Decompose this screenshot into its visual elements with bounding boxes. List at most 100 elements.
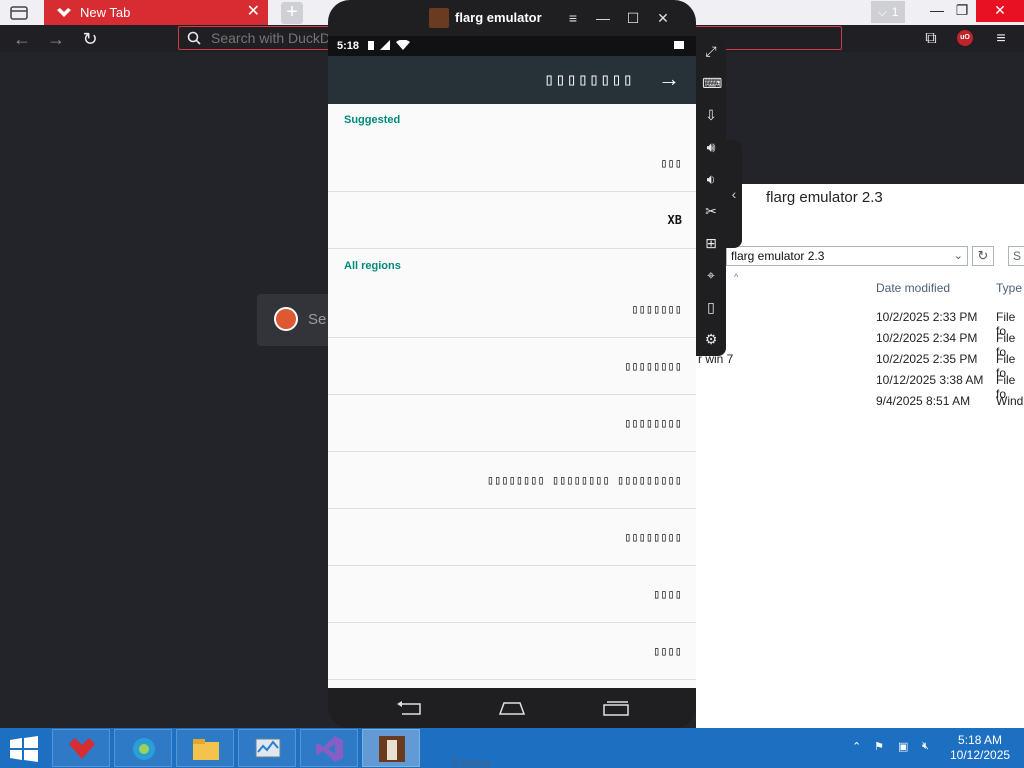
volume-muted-icon[interactable]: 🔇︎: [922, 740, 929, 753]
ie-icon: [133, 738, 155, 760]
tab-new-tab[interactable]: New Tab ✕: [44, 0, 268, 25]
taskbar-task-manager[interactable]: [238, 729, 296, 767]
keyboard-indicator-icon: [674, 41, 684, 49]
explorer-address-bar[interactable]: flarg emulator 2.3 ⌄: [726, 246, 968, 266]
action-center-icon[interactable]: ⚑: [874, 740, 884, 753]
section-header-all-regions: All regions: [344, 260, 401, 272]
taskbar-visual-studio[interactable]: [300, 729, 358, 767]
keyboard-icon[interactable]: ⌨: [702, 74, 722, 92]
duckduckgo-logo-icon: [274, 307, 298, 331]
tab-list-icon[interactable]: [8, 2, 30, 24]
row-date[interactable]: 10/12/2025 3:38 AM: [876, 373, 983, 387]
emulator-minimize-icon[interactable]: —: [594, 9, 612, 27]
emulator-menu-icon[interactable]: ≡: [564, 9, 582, 27]
explorer-title: flarg emulator 2.3: [766, 189, 883, 206]
list-item-label: XB: [667, 213, 682, 227]
apk-install-icon[interactable]: ⇩: [702, 106, 720, 124]
search-icon: [187, 31, 201, 45]
chevron-down-icon: ⌵: [877, 4, 887, 19]
emulator-logo-icon: [429, 8, 449, 28]
sort-caret-icon: ^: [734, 272, 739, 282]
volume-up-icon[interactable]: 🔊︎: [702, 138, 720, 156]
list-item-label: ▯▯▯▯▯▯▯▯: [624, 530, 682, 544]
app-bar-title: ▯▯▯▯▯▯▯▯: [544, 70, 634, 90]
screenshot-icon[interactable]: ✂: [702, 202, 720, 220]
file-explorer-window: flarg emulator 2.3 flarg emulator 2.3 ⌄ …: [696, 184, 1024, 728]
recents-nav-icon[interactable]: [602, 700, 630, 716]
status-time: 5:18: [337, 40, 360, 52]
list-item[interactable]: ▯▯▯▯▯▯▯: [328, 281, 696, 338]
chevron-down-icon[interactable]: ⌄: [954, 247, 963, 265]
section-header-suggested: Suggested: [344, 114, 401, 126]
row-date[interactable]: 10/2/2025 2:34 PM: [876, 331, 977, 345]
emulator-window: flarg emulator ≡ — ☐ ✕ 5:18 ▯▯▯▯▯▯▯▯ → S…: [328, 0, 696, 728]
browser-logo-icon: [57, 7, 71, 17]
back-icon[interactable]: ←: [11, 28, 33, 50]
taskbar-firefox[interactable]: [52, 729, 110, 767]
battery-icon: [368, 41, 374, 50]
tab-close-icon[interactable]: ✕: [247, 4, 260, 20]
emulator-maximize-icon[interactable]: ☐: [624, 9, 642, 27]
taskbar-ie[interactable]: [114, 729, 172, 767]
task-manager-icon: [255, 738, 281, 758]
close-window-icon[interactable]: ✕: [976, 0, 1024, 22]
ublock-icon[interactable]: uO: [957, 30, 973, 46]
extensions-icon[interactable]: ⧉: [920, 28, 942, 50]
address-text: flarg emulator 2.3: [731, 249, 825, 263]
volume-down-icon[interactable]: 🔉︎: [702, 170, 720, 188]
start-button-icon[interactable]: [10, 736, 38, 762]
region-list: Suggested ▯▯▯ XB All regions ▯▯▯▯▯▯▯ ▯▯▯…: [328, 104, 696, 688]
explorer-status-items: 5 items: [452, 756, 491, 768]
emulator-close-icon[interactable]: ✕: [654, 9, 672, 27]
list-item-label: ▯▯▯▯: [653, 644, 682, 658]
settings-icon[interactable]: ⚙: [702, 330, 720, 348]
restore-icon[interactable]: ❐: [945, 0, 979, 22]
list-item-label: ▯▯▯▯▯▯▯▯ ▯▯▯▯▯▯▯▯ ▯▯▯▯▯▯▯▯▯: [486, 473, 682, 487]
list-item[interactable]: ▯▯▯▯▯▯▯▯: [328, 395, 696, 452]
list-item[interactable]: ▯▯▯▯▯▯▯▯: [328, 338, 696, 395]
row-date[interactable]: 10/2/2025 2:33 PM: [876, 310, 977, 324]
all-tabs-button[interactable]: ⌵ 1: [871, 1, 905, 23]
row-date[interactable]: 9/4/2025 8:51 AM: [876, 394, 970, 408]
file-explorer-icon: [193, 739, 219, 760]
collapse-toolbar-icon[interactable]: ‹: [726, 140, 742, 248]
list-item-label: ▯▯▯▯▯▯▯: [631, 302, 682, 316]
tab-count: 1: [891, 5, 899, 19]
menu-icon[interactable]: ≡: [990, 28, 1012, 50]
app-bar: ▯▯▯▯▯▯▯▯ →: [328, 56, 696, 104]
windows-taskbar: ⌃ ⚑ ▣ 🔇︎ 5:18 AM 10/12/2025: [0, 728, 1024, 768]
list-item[interactable]: ▯▯▯▯: [328, 566, 696, 623]
network-icon[interactable]: ▣: [898, 740, 908, 753]
android-status-bar: 5:18: [328, 36, 696, 56]
column-type[interactable]: Type: [996, 281, 1022, 295]
refresh-icon[interactable]: ↻: [972, 246, 994, 266]
emulator-title: flarg emulator: [455, 10, 542, 25]
taskbar-file-explorer[interactable]: [176, 729, 234, 767]
list-item-label: ▯▯▯▯▯▯▯▯: [624, 359, 682, 373]
fullscreen-icon[interactable]: ⤢: [702, 42, 720, 60]
show-hidden-icons[interactable]: ⌃: [852, 740, 861, 753]
shake-icon[interactable]: ▯: [702, 298, 720, 316]
forward-arrow-icon[interactable]: →: [658, 66, 680, 92]
back-nav-icon[interactable]: [396, 700, 422, 716]
row-type[interactable]: Wind: [996, 394, 1023, 408]
emulator-title-bar: flarg emulator ≡ — ☐ ✕: [328, 0, 696, 36]
home-nav-icon[interactable]: [498, 700, 526, 716]
forward-icon[interactable]: →: [45, 28, 67, 50]
taskbar-clock[interactable]: 5:18 AM 10/12/2025: [950, 733, 1010, 763]
list-item[interactable]: XB: [328, 192, 696, 249]
list-item[interactable]: ▯▯▯▯▯▯▯▯: [328, 509, 696, 566]
explorer-search-field[interactable]: S: [1008, 246, 1024, 266]
list-item[interactable]: ▯▯▯: [328, 135, 696, 192]
list-item[interactable]: ▯▯▯▯▯▯▯▯ ▯▯▯▯▯▯▯▯ ▯▯▯▯▯▯▯▯▯: [328, 452, 696, 509]
multi-instance-icon[interactable]: ⊞: [702, 234, 720, 252]
new-tab-button[interactable]: +: [281, 2, 303, 24]
reload-icon[interactable]: ↻: [79, 28, 101, 50]
list-item[interactable]: ▯▯▯▯: [328, 623, 696, 680]
location-icon[interactable]: ⌖: [702, 266, 720, 284]
list-item-label: ▯▯▯: [660, 156, 682, 170]
clock-date: 10/12/2025: [950, 748, 1011, 762]
taskbar-flarg-emulator[interactable]: [362, 729, 420, 767]
column-date-modified[interactable]: Date modified: [876, 281, 950, 295]
row-date[interactable]: 10/2/2025 2:35 PM: [876, 352, 977, 366]
